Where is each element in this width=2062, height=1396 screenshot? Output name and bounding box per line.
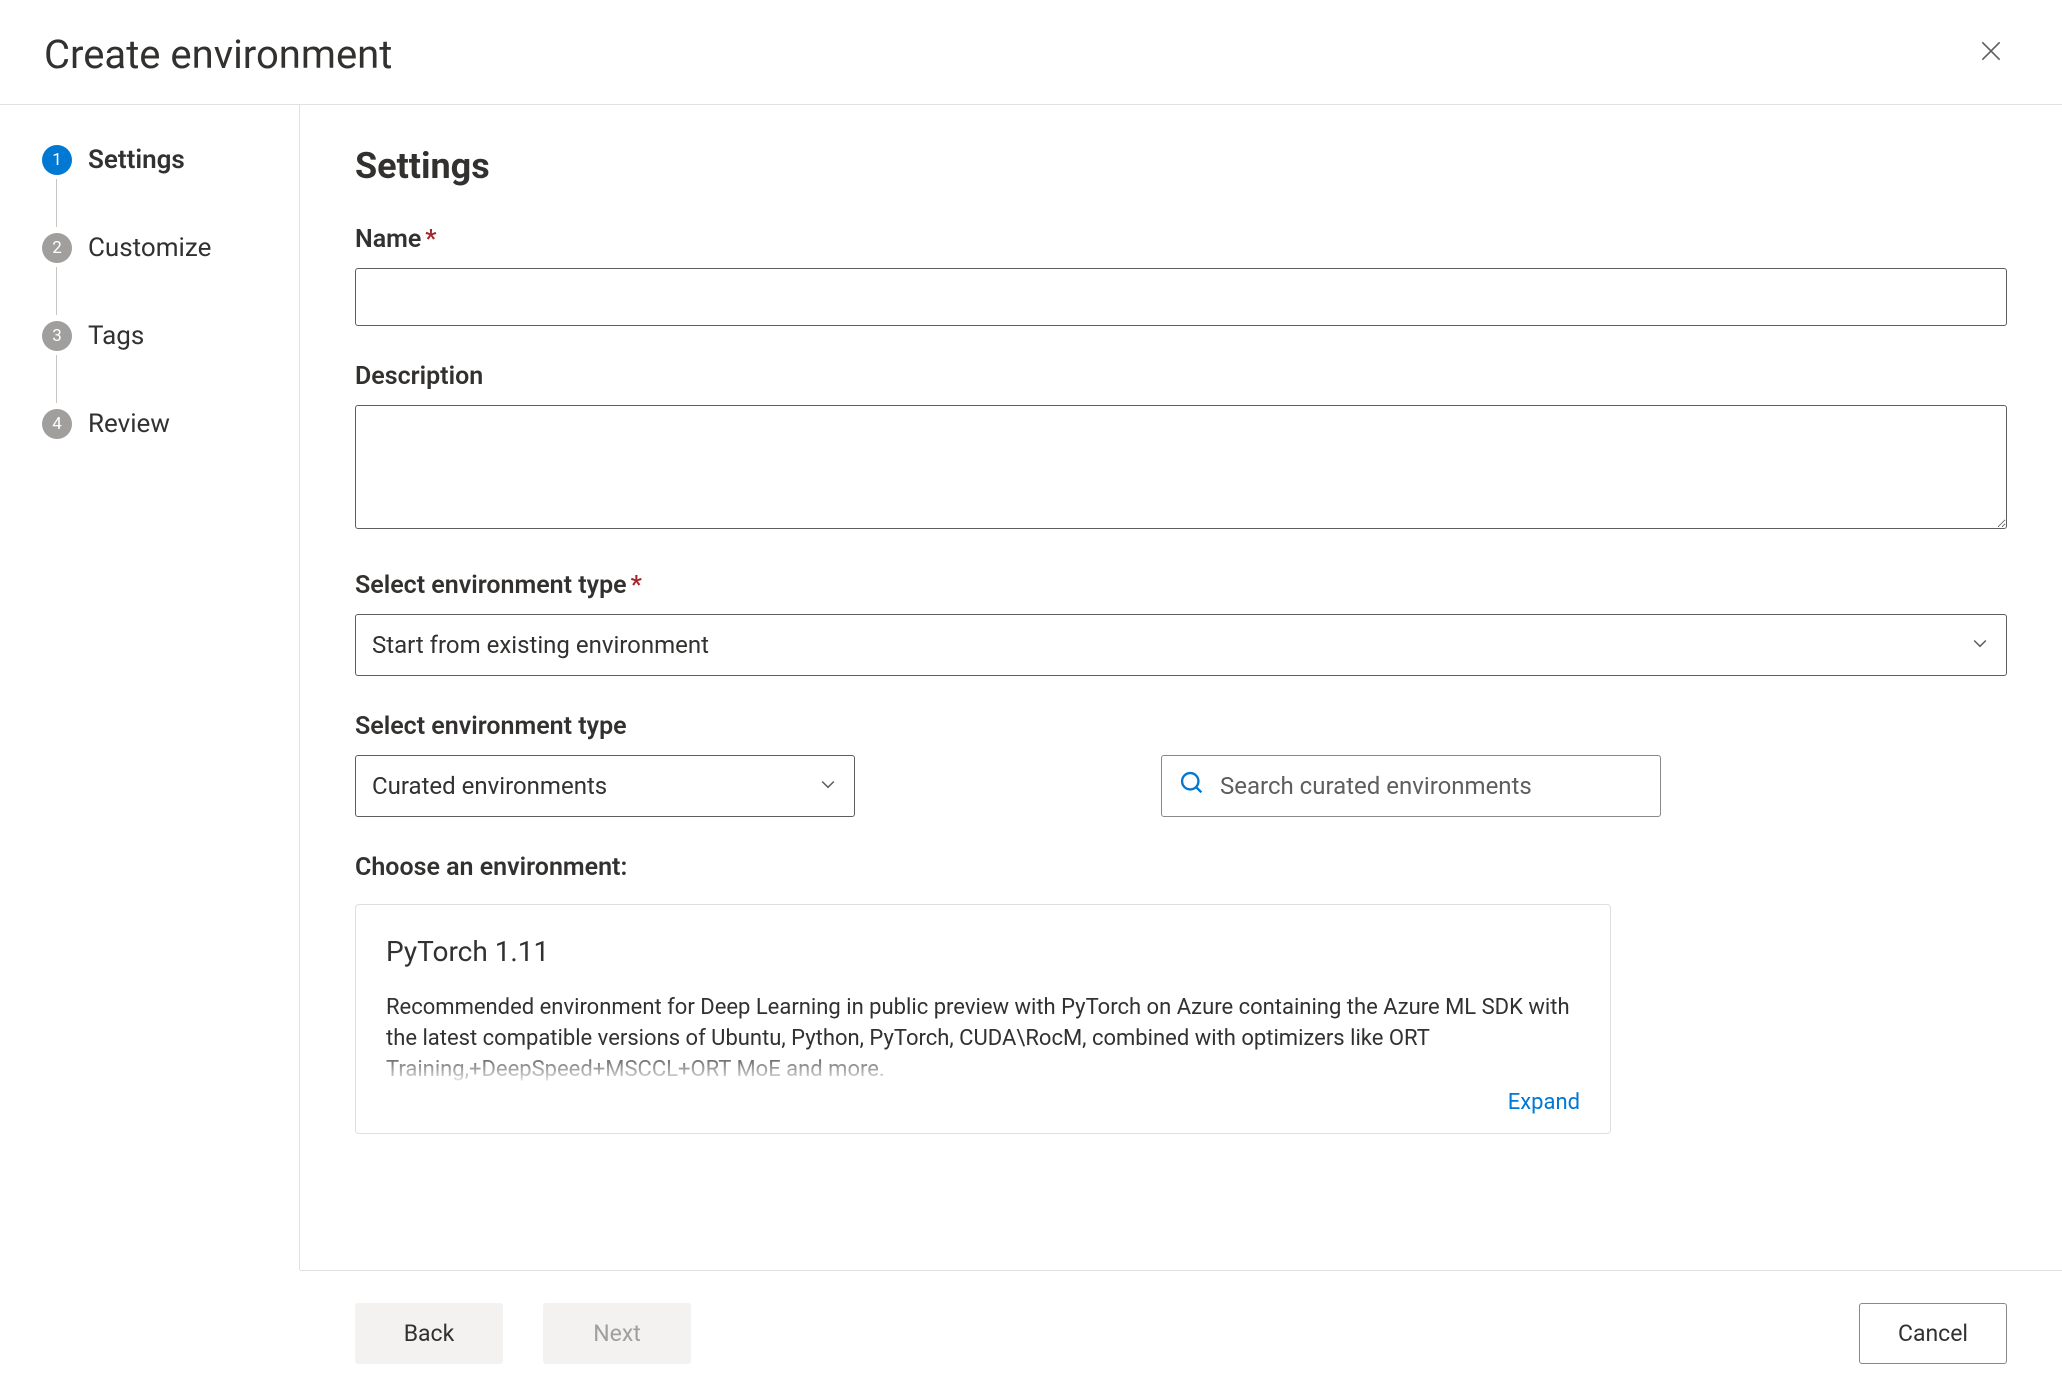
step-label: Customize <box>88 233 211 263</box>
dialog-title: Create environment <box>44 31 392 78</box>
search-icon <box>1178 769 1206 803</box>
description-label: Description <box>355 362 2007 391</box>
step-settings[interactable]: 1 Settings <box>42 145 299 233</box>
search-input[interactable] <box>1220 772 1644 800</box>
back-button[interactable]: Back <box>355 1303 503 1364</box>
env-type-group: Select environment type* Start from exis… <box>355 571 2007 676</box>
main-panel: Settings Name* Description Select enviro… <box>300 105 2062 1270</box>
step-list: 1 Settings 2 Customize 3 Tags 4 Review <box>42 145 299 439</box>
chevron-down-icon <box>818 772 838 800</box>
close-icon <box>1978 39 2004 70</box>
section-title: Settings <box>355 145 2007 187</box>
environment-card[interactable]: PyTorch 1.11 Recommended environment for… <box>355 904 1611 1134</box>
wizard-sidebar: 1 Settings 2 Customize 3 Tags 4 Review <box>0 105 300 1270</box>
description-group: Description <box>355 362 2007 535</box>
step-number-badge: 2 <box>42 233 72 263</box>
search-box[interactable] <box>1161 755 1661 817</box>
dialog-footer: Back Next Cancel <box>300 1270 2062 1396</box>
name-input[interactable] <box>355 268 2007 326</box>
step-label: Review <box>88 409 170 439</box>
dialog-body: 1 Settings 2 Customize 3 Tags 4 Review S… <box>0 105 2062 1270</box>
step-label: Settings <box>88 145 185 175</box>
required-asterisk: * <box>631 571 642 600</box>
chevron-down-icon <box>1970 631 1990 659</box>
env-subtype-label: Select environment type <box>355 712 2007 741</box>
step-review[interactable]: 4 Review <box>42 409 299 439</box>
env-type-label: Select environment type* <box>355 571 2007 600</box>
env-type-value: Start from existing environment <box>372 631 709 659</box>
step-number-badge: 4 <box>42 409 72 439</box>
environment-card-description: Recommended environment for Deep Learnin… <box>386 992 1580 1086</box>
description-textarea[interactable] <box>355 405 2007 529</box>
close-button[interactable] <box>1970 30 2012 79</box>
required-asterisk: * <box>425 225 436 254</box>
env-subtype-value: Curated environments <box>372 772 607 800</box>
next-button[interactable]: Next <box>543 1303 691 1364</box>
env-subtype-group: Select environment type Curated environm… <box>355 712 2007 817</box>
env-type-select[interactable]: Start from existing environment <box>355 614 2007 676</box>
step-customize[interactable]: 2 Customize <box>42 233 299 321</box>
step-number-badge: 1 <box>42 145 72 175</box>
footer-left: Back Next <box>355 1303 691 1364</box>
env-subtype-select[interactable]: Curated environments <box>355 755 855 817</box>
choose-env-heading: Choose an environment: <box>355 853 2007 882</box>
name-label: Name* <box>355 225 2007 254</box>
dialog-header: Create environment <box>0 0 2062 105</box>
step-label: Tags <box>88 321 144 351</box>
step-tags[interactable]: 3 Tags <box>42 321 299 409</box>
step-number-badge: 3 <box>42 321 72 351</box>
cancel-button[interactable]: Cancel <box>1859 1303 2007 1364</box>
environment-card-title: PyTorch 1.11 <box>386 935 1580 968</box>
name-group: Name* <box>355 225 2007 326</box>
expand-link[interactable]: Expand <box>386 1090 1580 1115</box>
